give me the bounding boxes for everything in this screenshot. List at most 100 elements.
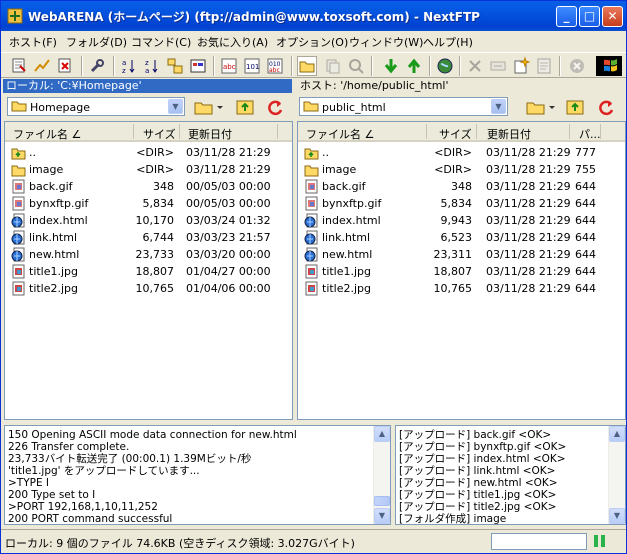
scroll-down-icon[interactable]: ▼ bbox=[374, 508, 390, 524]
title-bar[interactable]: WebARENA (ホームページ) (ftp://admin@www.toxso… bbox=[1, 1, 626, 31]
file-size: 10,170 bbox=[135, 214, 175, 227]
local-refresh-button[interactable] bbox=[264, 96, 286, 118]
globe-icon[interactable] bbox=[435, 56, 455, 76]
folder-icon bbox=[304, 162, 319, 177]
edit-icon[interactable] bbox=[32, 56, 52, 76]
sort-desc-icon[interactable]: za bbox=[142, 56, 162, 76]
html-file-icon bbox=[11, 213, 26, 228]
tree-icon[interactable] bbox=[165, 56, 185, 76]
column-date[interactable]: 更新日付 bbox=[188, 126, 232, 142]
transfer-log-scrollbar[interactable]: ▲ ▼ bbox=[608, 426, 625, 524]
command-log-scrollbar[interactable]: ▲ ▼ bbox=[373, 426, 390, 524]
mode-a-icon[interactable]: abc bbox=[219, 56, 239, 76]
column-date[interactable]: 更新日付 bbox=[487, 126, 531, 142]
download-icon[interactable] bbox=[381, 56, 401, 76]
file-row[interactable]: index.html 10,170 03/03/24 01:32 bbox=[5, 212, 292, 229]
new-icon[interactable] bbox=[511, 56, 531, 76]
file-name: image bbox=[29, 163, 64, 176]
menu-window[interactable]: ウィンドウ(W) bbox=[349, 34, 423, 50]
file-row[interactable]: image <DIR> 03/11/28 21:29 bbox=[5, 161, 292, 178]
menu-command[interactable]: コマンド(C) bbox=[131, 34, 191, 50]
log-line: [アップロード] new.html <OK> bbox=[399, 477, 558, 489]
maximize-button[interactable]: □ bbox=[579, 6, 600, 27]
upload-icon[interactable] bbox=[404, 56, 424, 76]
menu-help[interactable]: ヘルプ(H) bbox=[423, 34, 473, 50]
remote-file-list[interactable]: ファイル名 ∠ サイズ 更新日付 パ... .. <DIR> 03/11/28 21… bbox=[297, 121, 626, 420]
file-row[interactable]: index.html 9,943 03/11/28 21:29 644 bbox=[298, 212, 625, 229]
menu-host[interactable]: ホスト(F) bbox=[9, 34, 57, 50]
file-row[interactable]: bynxftp.gif 5,834 03/11/28 21:29 644 bbox=[298, 195, 625, 212]
column-size[interactable]: サイズ bbox=[143, 126, 176, 142]
file-row[interactable]: back.gif 348 03/11/28 21:29 644 bbox=[298, 178, 625, 195]
file-row[interactable]: .. <DIR> 03/11/28 21:29 bbox=[5, 144, 292, 161]
scroll-up-icon[interactable]: ▲ bbox=[609, 426, 625, 442]
file-size: <DIR> bbox=[136, 146, 174, 159]
file-row[interactable]: title2.jpg 10,765 01/04/06 00:00 bbox=[5, 280, 292, 297]
local-parent-folder-button[interactable] bbox=[234, 96, 256, 118]
sort-asc-icon[interactable]: az bbox=[119, 56, 139, 76]
remote-refresh-button[interactable] bbox=[595, 96, 617, 118]
remote-folder-menu-button[interactable] bbox=[524, 96, 556, 118]
file-name: .. bbox=[29, 146, 36, 159]
file-row[interactable]: new.html 23,311 03/11/28 21:29 644 bbox=[298, 246, 625, 263]
local-folder-menu-button[interactable] bbox=[192, 96, 224, 118]
log-line: 200 Type set to I bbox=[8, 489, 96, 501]
file-row[interactable]: title1.jpg 18,807 01/04/27 00:00 bbox=[5, 263, 292, 280]
transfer-log[interactable]: [アップロード] back.gif <OK> [アップロード] bynxftp.g… bbox=[395, 425, 626, 525]
menu-options[interactable]: オプション(O) bbox=[276, 34, 348, 50]
mode-b-icon[interactable]: 101 bbox=[242, 56, 262, 76]
chevron-down-icon[interactable]: ▼ bbox=[168, 99, 183, 114]
local-folder-combo[interactable]: Homepage ▼ bbox=[7, 97, 185, 116]
file-name: .. bbox=[322, 146, 329, 159]
local-file-list[interactable]: ファイル名 ∠ サイズ 更新日付 .. <DIR> 03/11/28 21:29 im… bbox=[4, 121, 293, 420]
html-file-icon bbox=[304, 213, 319, 228]
minimize-button[interactable]: _ bbox=[556, 6, 577, 27]
view-icon[interactable] bbox=[188, 56, 208, 76]
file-row[interactable]: new.html 23,733 03/03/20 00:00 bbox=[5, 246, 292, 263]
connect-icon[interactable] bbox=[9, 56, 29, 76]
copy-icon[interactable] bbox=[323, 56, 343, 76]
log-line: [アップロード] title2.jpg <OK> bbox=[399, 501, 557, 513]
mode-c-icon[interactable]: 010 abc bbox=[265, 56, 285, 76]
remote-folder-combo[interactable]: public_html ▼ bbox=[299, 97, 508, 116]
column-size[interactable]: サイズ bbox=[439, 126, 472, 142]
remote-list-header: ファイル名 ∠ サイズ 更新日付 パ... bbox=[298, 122, 625, 142]
stop-icon[interactable] bbox=[567, 56, 587, 76]
file-name: link.html bbox=[322, 231, 371, 244]
find-icon[interactable] bbox=[346, 56, 366, 76]
file-row[interactable]: link.html 6,523 03/11/28 21:29 644 bbox=[298, 229, 625, 246]
toolbar-separator bbox=[459, 56, 461, 76]
scroll-up-icon[interactable]: ▲ bbox=[374, 426, 390, 442]
chevron-down-icon[interactable]: ▼ bbox=[491, 99, 506, 114]
file-row[interactable]: title2.jpg 10,765 03/11/28 21:29 644 bbox=[298, 280, 625, 297]
properties-icon[interactable] bbox=[534, 56, 554, 76]
file-name: new.html bbox=[29, 248, 80, 261]
file-row[interactable]: .. <DIR> 03/11/28 21:29 777 bbox=[298, 144, 625, 161]
close-button[interactable]: ✕ bbox=[602, 6, 623, 27]
file-row[interactable]: bynxftp.gif 5,834 00/05/03 00:00 bbox=[5, 195, 292, 212]
rename-icon[interactable] bbox=[488, 56, 508, 76]
delete-icon[interactable] bbox=[465, 56, 485, 76]
remote-parent-folder-button[interactable] bbox=[564, 96, 586, 118]
column-permission[interactable]: パ... bbox=[579, 126, 601, 142]
file-date: 03/11/28 21:29 bbox=[486, 197, 571, 210]
file-row[interactable]: title1.jpg 18,807 03/11/28 21:29 644 bbox=[298, 263, 625, 280]
scroll-thumb[interactable] bbox=[374, 496, 390, 506]
open-folder-icon[interactable] bbox=[297, 56, 317, 76]
scroll-down-icon[interactable]: ▼ bbox=[609, 508, 625, 524]
file-size: 10,765 bbox=[135, 282, 175, 295]
column-name[interactable]: ファイル名 ∠ bbox=[306, 126, 374, 142]
column-name[interactable]: ファイル名 ∠ bbox=[13, 126, 81, 142]
settings-icon[interactable] bbox=[87, 56, 107, 76]
file-row[interactable]: back.gif 348 00/05/03 00:00 bbox=[5, 178, 292, 195]
disconnect-icon[interactable] bbox=[55, 56, 75, 76]
command-log[interactable]: 150 Opening ASCII mode data connection f… bbox=[4, 425, 391, 525]
file-row[interactable]: link.html 6,744 03/03/23 21:57 bbox=[5, 229, 292, 246]
file-row[interactable]: image <DIR> 03/11/28 21:29 755 bbox=[298, 161, 625, 178]
menu-favorites[interactable]: お気に入り(A) bbox=[197, 34, 268, 50]
connection-indicator-icon bbox=[601, 535, 605, 547]
folder-icon bbox=[11, 100, 27, 112]
file-size: 10,765 bbox=[433, 282, 473, 295]
menu-folder[interactable]: フォルダ(D) bbox=[66, 34, 127, 50]
file-name: bynxftp.gif bbox=[322, 197, 382, 210]
